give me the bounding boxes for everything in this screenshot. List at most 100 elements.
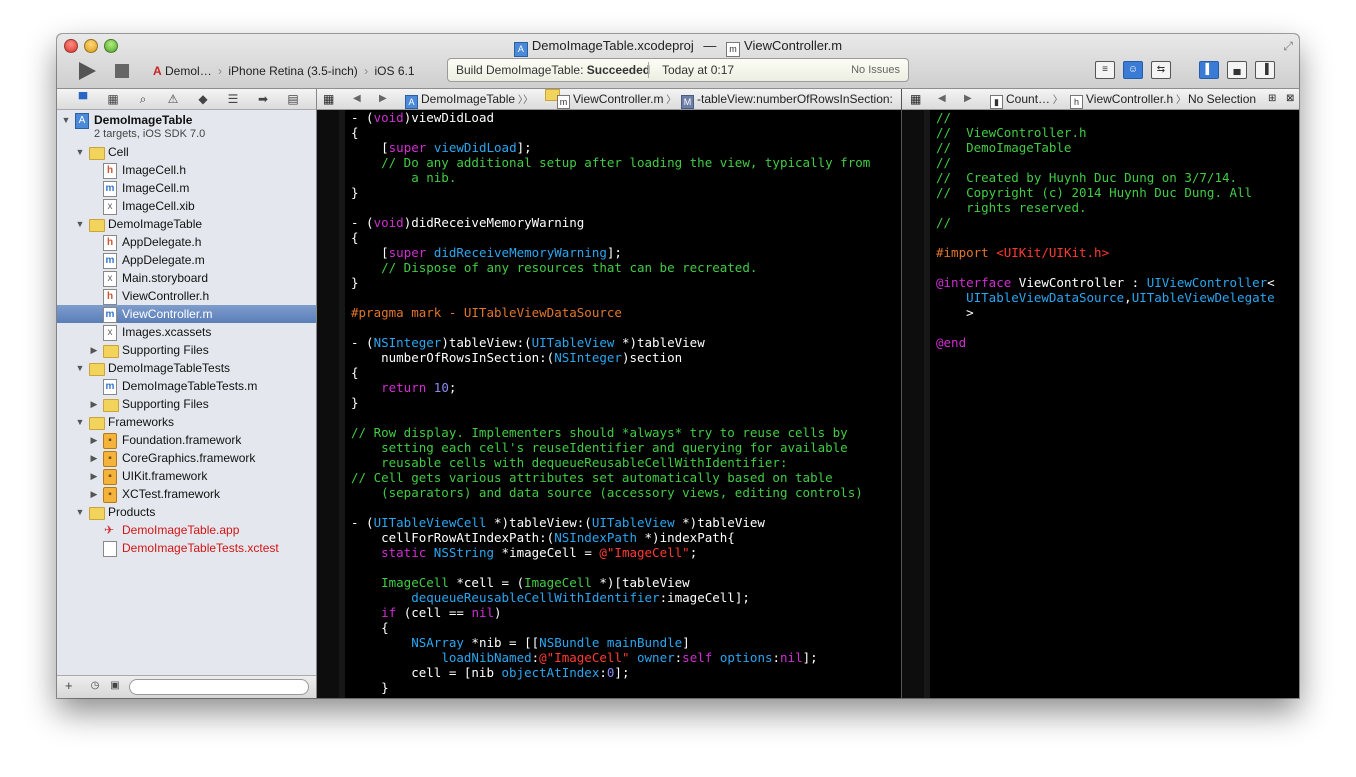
code-line[interactable] [936,260,1275,275]
code-line[interactable]: cell = [nib objectAtIndex:0]; [351,665,870,680]
tree-item[interactable]: x ImageCell.xib [57,197,316,215]
back-arrow-icon[interactable]: ◀ [938,89,946,109]
code-line[interactable]: { [351,620,870,635]
tree-item[interactable]: m AppDelegate.m [57,251,316,269]
code-line[interactable]: a nib. [351,170,870,185]
code-line[interactable] [351,500,870,515]
filter-search-input[interactable] [129,679,309,695]
tree-item[interactable]: h ImageCell.h [57,161,316,179]
source-control-filter-icon[interactable]: ▣ [109,680,121,692]
tree-item[interactable]: m ImageCell.m [57,179,316,197]
code-line[interactable]: static NSString *imageCell = @"ImageCell… [351,545,870,560]
code-line[interactable]: [super viewDidLoad]; [351,140,870,155]
tree-item[interactable]: ▼ Frameworks [57,413,316,431]
code-line[interactable] [936,230,1275,245]
forward-arrow-icon[interactable]: ▶ [964,89,972,109]
add-file-icon[interactable]: + [65,678,73,693]
tree-item[interactable]: ▼ DemoImageTableTests [57,359,316,377]
tree-item[interactable]: ▼ Products [57,503,316,521]
code-line[interactable]: numberOfRowsInSection:(NSInteger)section [351,350,870,365]
tree-item[interactable]: x Images.xcassets [57,323,316,341]
disclosure-open-icon[interactable]: ▼ [61,111,71,129]
version-editor-icon[interactable]: ⇆ [1151,61,1171,79]
code-line[interactable]: return 10; [351,380,870,395]
sdk-label[interactable]: iOS 6.1 [374,64,414,78]
code-line[interactable]: } [351,395,870,410]
tree-item[interactable]: h AppDelegate.h [57,233,316,251]
code-line[interactable]: dequeueReusableCellWithIdentifier:imageC… [351,590,870,605]
forward-arrow-icon[interactable]: ▶ [379,89,387,109]
issue-warning-icon[interactable]: ⚠ [165,91,181,107]
search-icon[interactable]: ⌕ [135,91,151,107]
navigator-toggle-icon[interactable]: ▌ [1199,61,1219,79]
assistant-mode-crumb[interactable]: ▮ Count… 〉 [990,89,1063,109]
code-line[interactable] [351,410,870,425]
line-gutter[interactable] [317,110,339,698]
code-line[interactable]: // [936,215,1275,230]
disclosure-open-icon[interactable]: ▼ [75,413,85,431]
run-button[interactable] [79,62,96,80]
tree-item[interactable]: m ViewController.m [57,305,316,323]
code-line[interactable]: [super didReceiveMemoryWarning]; [351,245,870,260]
code-line[interactable]: { [351,125,870,140]
disclosure-closed-icon[interactable]: ▶ [89,485,99,503]
code-folding-ribbon[interactable] [924,110,930,698]
tree-item[interactable]: ▼ Cell [57,143,316,161]
disclosure-closed-icon[interactable]: ▶ [89,467,99,485]
tree-item[interactable]: x Main.storyboard [57,269,316,287]
code-line[interactable]: } [351,680,870,695]
symbol-navigator-icon[interactable]: ▦ [105,91,121,107]
utilities-toggle-icon[interactable]: ▐ [1255,61,1275,79]
debug-navigator-icon[interactable]: ☰ [225,91,241,107]
jump-folder-crumb[interactable]: 〉 [523,89,560,109]
tree-item[interactable]: m DemoImageTableTests.m [57,377,316,395]
code-line[interactable] [351,320,870,335]
code-line[interactable]: { [351,230,870,245]
main-code-text[interactable]: - (void)viewDidLoad{ [super viewDidLoad]… [351,110,870,695]
jump-method-crumb[interactable]: M -tableView:numberOfRowsInSection: [681,89,893,109]
code-line[interactable]: // [936,155,1275,170]
jump-project-crumb[interactable]: A DemoImageTable 〉 [405,89,528,109]
assistant-source-editor[interactable]: //// ViewController.h// DemoImageTable//… [902,110,1299,698]
scheme-selector[interactable]: A Demol… › iPhone Retina (3.5-inch) › iO… [153,62,415,80]
assistant-code-text[interactable]: //// ViewController.h// DemoImageTable//… [936,110,1275,350]
tree-item[interactable]: ▶ ▪ UIKit.framework [57,467,316,485]
disclosure-closed-icon[interactable]: ▶ [89,395,99,413]
code-line[interactable] [351,290,870,305]
related-items-grid-icon[interactable]: ▦ [910,89,921,109]
code-line[interactable]: // DemoImageTable [936,140,1275,155]
line-gutter[interactable] [902,110,924,698]
assistant-selection-label[interactable]: No Selection [1188,89,1256,109]
back-arrow-icon[interactable]: ◀ [353,89,361,109]
code-line[interactable]: // [936,110,1275,125]
test-navigator-icon[interactable]: ◆ [195,91,211,107]
code-line[interactable]: reusable cells with dequeueReusableCellW… [351,455,870,470]
code-line[interactable]: (separators) and data source (accessory … [351,485,870,500]
code-line[interactable]: } [351,185,870,200]
fullscreen-icon[interactable]: ⤢ [1283,39,1293,54]
disclosure-closed-icon[interactable]: ▶ [89,341,99,359]
scheme-label[interactable]: Demol… [165,64,212,78]
code-line[interactable]: } [351,275,870,290]
code-line[interactable]: #pragma mark - UITableViewDataSource [351,305,870,320]
code-line[interactable]: NSArray *nib = [[NSBundle mainBundle] [351,635,870,650]
code-line[interactable]: if (cell == nil) [351,605,870,620]
disclosure-open-icon[interactable]: ▼ [75,503,85,521]
tree-item[interactable]: ▶ ▪ XCTest.framework [57,485,316,503]
destination-label[interactable]: iPhone Retina (3.5-inch) [228,64,357,78]
code-line[interactable]: // ViewController.h [936,125,1275,140]
tree-item[interactable]: ▼ DemoImageTable [57,215,316,233]
code-line[interactable]: // Copyright (c) 2014 Huynh Duc Dung. Al… [936,185,1275,200]
tree-item[interactable]: ▶ ▪ Foundation.framework [57,431,316,449]
assistant-editor-icon[interactable]: ☺ [1123,61,1143,79]
tree-item[interactable]: ▶ Supporting Files [57,395,316,413]
tree-item[interactable]: h ViewController.h [57,287,316,305]
activity-issues[interactable]: No Issues [851,59,900,81]
code-line[interactable]: // Row display. Implementers should *alw… [351,425,870,440]
code-line[interactable]: loadNibNamed:@"ImageCell" owner:self opt… [351,650,870,665]
code-line[interactable] [936,320,1275,335]
code-line[interactable]: - (void)didReceiveMemoryWarning [351,215,870,230]
code-line[interactable]: @end [936,335,1275,350]
code-line[interactable]: #import <UIKit/UIKit.h> [936,245,1275,260]
code-line[interactable] [351,200,870,215]
